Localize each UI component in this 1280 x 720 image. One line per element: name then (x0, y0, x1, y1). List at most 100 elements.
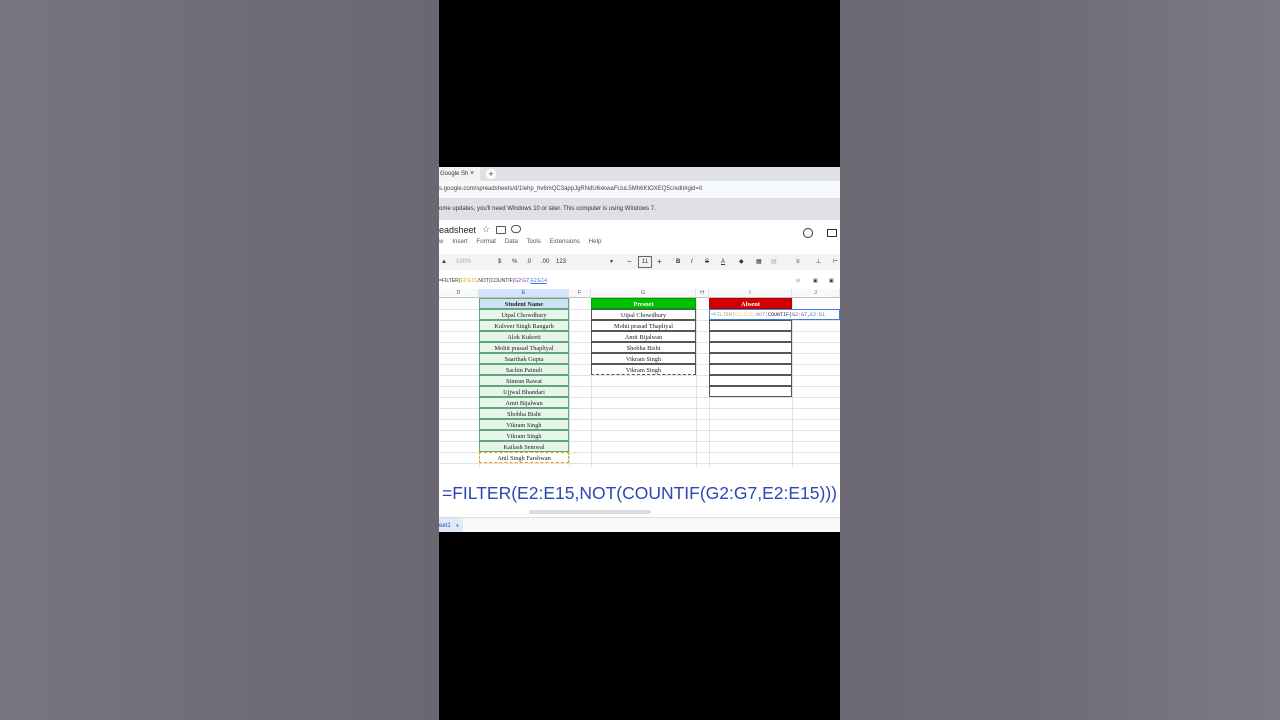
borders-icon[interactable]: ▦ (756, 254, 762, 270)
add-comment-icon[interactable]: ▣ (813, 275, 818, 288)
address-bar[interactable]: s.google.com/spreadsheets/d/1lehp_hv6mQC… (439, 181, 840, 199)
doc-title[interactable]: eadsheet (439, 225, 476, 235)
strikethrough-button[interactable]: S (705, 254, 709, 270)
column-header-e[interactable]: E (479, 289, 569, 298)
student-cell[interactable]: Utpal Chowdhury (479, 309, 569, 320)
menu-format[interactable]: Format (476, 238, 496, 245)
absent-cell[interactable] (709, 353, 792, 364)
student-cell[interactable]: Ujjwal Bhandari (479, 386, 569, 397)
fill-color-icon[interactable]: ◆ (739, 254, 744, 270)
editor-range-orange: E2:E15 (735, 312, 754, 318)
present-cell[interactable]: Utpal Chowdhury (591, 309, 696, 320)
blurred-background-left (0, 0, 439, 720)
history-icon[interactable] (803, 228, 813, 238)
decrease-decimal-button[interactable]: .0 (526, 254, 531, 270)
move-folder-icon[interactable] (496, 226, 506, 234)
comments-icon[interactable] (827, 229, 837, 237)
student-cell[interactable]: Simran Rawat (479, 375, 569, 386)
font-size-increase-button[interactable]: + (657, 254, 662, 270)
present-cell[interactable]: Shobha Bisht (591, 342, 696, 353)
increase-decimal-button[interactable]: .00 (541, 254, 549, 270)
student-cell[interactable]: Kulveer Singh Rangarh (479, 320, 569, 331)
italic-button[interactable]: I (691, 254, 693, 270)
vertical-align-icon[interactable]: ⊥ (816, 254, 821, 270)
formula-bar[interactable]: =FILTER(E2:E15,NOT(COUNTIF(G2:G7,E2:E14 … (439, 275, 840, 288)
new-tab-icon[interactable]: + (486, 169, 496, 179)
star-icon[interactable]: ☆ (482, 224, 490, 235)
formula-text: =FILTER( (439, 278, 461, 284)
menu-data[interactable]: Data (505, 238, 518, 245)
absent-cell[interactable] (709, 342, 792, 353)
font-size-decrease-button[interactable]: − (627, 254, 632, 270)
format-toolbar: ▲ 100% $ % .0 .00 123 ▼ − 11 + B I S A ◆… (439, 254, 840, 270)
spreadsheet-grid[interactable]: D E F G H I J Student Name Utpal Chowdhu… (439, 289, 840, 467)
active-cell-editor[interactable]: =FILTER(E2:E15,NOT(COUNTIF(G2:G7,E2:E1 (709, 309, 840, 320)
merge-cells-icon[interactable]: ▤ (771, 254, 777, 270)
chevron-down-icon[interactable]: ▼ (609, 254, 614, 270)
present-cell[interactable]: Vikram Singh (591, 364, 696, 375)
horizontal-scrollbar[interactable] (529, 510, 651, 514)
absent-header-cell[interactable]: Absent (709, 298, 792, 309)
student-cell[interactable]: Sachin Painuli (479, 364, 569, 375)
column-header-h[interactable]: H (696, 289, 709, 298)
text-wrap-icon[interactable]: ⊢ (833, 254, 838, 270)
zoom-select[interactable]: 100% (456, 254, 471, 270)
sheet-tab[interactable]: eet1 ▼ (439, 518, 464, 532)
font-size-input[interactable]: 11 (638, 256, 652, 268)
align-left-icon[interactable]: ≡ (796, 254, 800, 270)
student-cell[interactable]: Mohit prasad Thapliyal (479, 342, 569, 353)
student-cell[interactable]: Vikram Singh (479, 419, 569, 430)
student-cell[interactable]: Vikram Singh (479, 430, 569, 441)
absent-cell[interactable] (709, 331, 792, 342)
menu-bar: w Insert Format Data Tools Extensions He… (439, 238, 608, 245)
formula-range-blue: E2:E14 (530, 278, 547, 284)
column-header-d[interactable]: D (439, 289, 479, 298)
absent-cell[interactable] (709, 375, 792, 386)
link-icon[interactable]: ⊖ (796, 275, 800, 288)
student-cell[interactable]: Amit Bijalwan (479, 397, 569, 408)
present-header-cell[interactable]: Presnet (591, 298, 696, 309)
percent-button[interactable]: % (512, 254, 517, 270)
column-header-i[interactable]: I (709, 289, 792, 298)
menu-view[interactable]: w (439, 238, 443, 245)
browser-tab[interactable]: Google Sh × (439, 167, 480, 181)
student-cell[interactable]: Kailash Semwal (479, 441, 569, 452)
info-message: ome updates, you'll need Windows 10 or l… (439, 206, 656, 212)
editor-range-blue: E2:E1 (810, 312, 826, 318)
url-text: s.google.com/spreadsheets/d/1lehp_hv6mQC… (439, 186, 703, 192)
menu-tools[interactable]: Tools (526, 238, 540, 245)
formula-caption: =FILTER(E2:E15,NOT(COUNTIF(G2:G7,E2:E15)… (442, 483, 837, 503)
video-frame: Google Sh × + s.google.com/spreadsheets/… (439, 0, 840, 720)
menu-extensions[interactable]: Extensions (550, 238, 580, 245)
present-cell[interactable]: Mohit prasad Thapliyal (591, 320, 696, 331)
close-icon[interactable]: × (470, 167, 474, 181)
chevron-down-icon[interactable]: ▼ (455, 523, 459, 528)
more-formats-button[interactable]: 123 (556, 254, 566, 270)
paint-format-icon[interactable]: ▲ (441, 254, 447, 270)
formula-text: ,NOT(COUNTIF( (476, 278, 515, 284)
image-icon[interactable]: ▣ (829, 275, 834, 288)
menu-help[interactable]: Help (589, 238, 602, 245)
currency-button[interactable]: $ (498, 254, 501, 270)
absent-cell[interactable] (709, 364, 792, 375)
student-cell[interactable]: Anil Singh Farshwan (479, 452, 569, 463)
present-cell[interactable]: Vikram Singh (591, 353, 696, 364)
absent-cell[interactable] (709, 386, 792, 397)
column-header-j[interactable]: J (792, 289, 840, 298)
bold-button[interactable]: B (676, 254, 680, 270)
present-cell[interactable]: Amit Bijalwan (591, 331, 696, 342)
update-info-bar: ome updates, you'll need Windows 10 or l… (439, 199, 840, 220)
student-cell[interactable]: Alok Kukreti (479, 331, 569, 342)
sheet-tab-label: eet1 (439, 523, 451, 529)
absent-cell[interactable] (709, 320, 792, 331)
cloud-status-icon (511, 225, 521, 233)
text-color-button[interactable]: A (721, 254, 725, 270)
student-cell[interactable]: Saarthak Gupta (479, 353, 569, 364)
editor-text: =FILTER( (711, 312, 736, 318)
menu-insert[interactable]: Insert (452, 238, 467, 245)
student-header-cell[interactable]: Student Name (479, 298, 569, 309)
column-header-g[interactable]: G (591, 289, 696, 298)
student-cell[interactable]: Shobha Bisht (479, 408, 569, 419)
browser-tab-label: Google Sh (440, 171, 469, 177)
column-header-f[interactable]: F (569, 289, 591, 298)
